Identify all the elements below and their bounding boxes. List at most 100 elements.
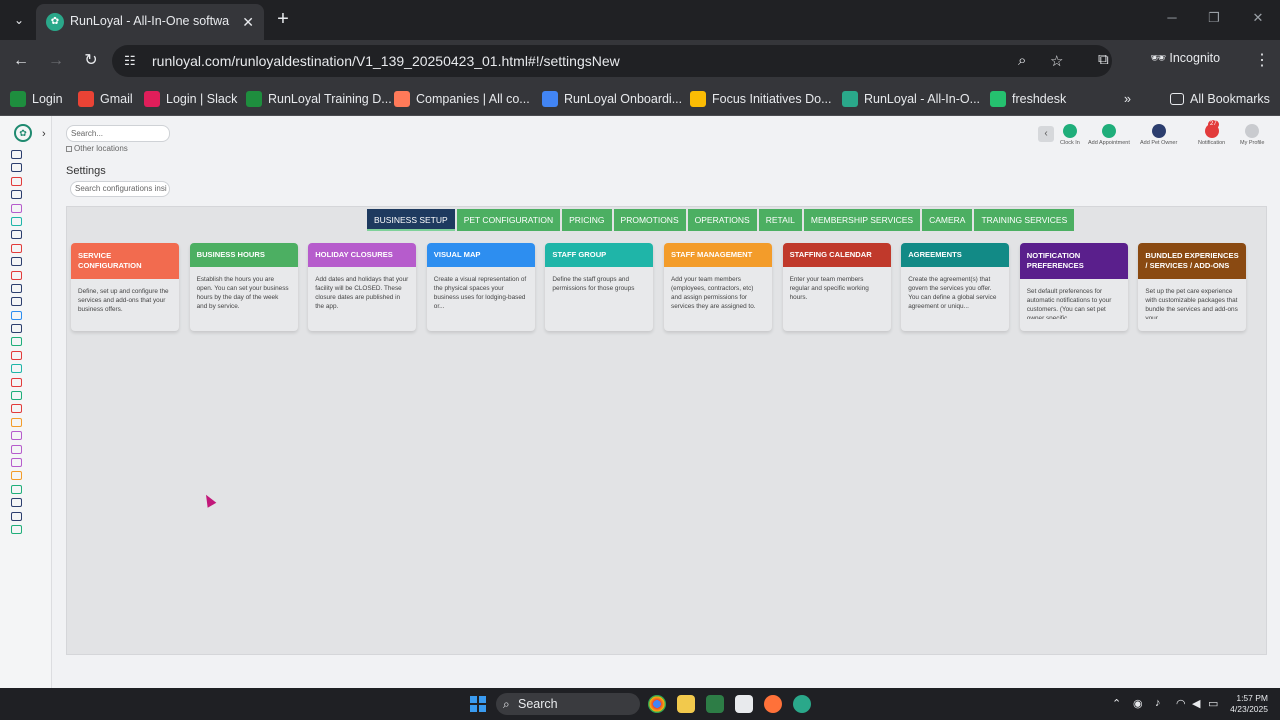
bookmark-item[interactable]: Gmail: [78, 89, 133, 109]
header-action-button[interactable]: Clock In: [1060, 124, 1080, 146]
bookmark-item[interactable]: Companies | All co...: [394, 89, 530, 109]
settings-card[interactable]: STAFF MANAGEMENT Add your team members (e…: [664, 243, 772, 331]
settings-tab[interactable]: PRICING: [562, 209, 612, 231]
taskbar-search[interactable]: ⌕ Search: [496, 693, 640, 715]
tray-overflow-icon[interactable]: ⌃: [1112, 697, 1121, 710]
rail-nav-icon[interactable]: [11, 243, 22, 253]
settings-tab[interactable]: OPERATIONS: [687, 209, 757, 231]
rail-nav-icon[interactable]: [11, 404, 22, 414]
settings-tab[interactable]: TRAINING SERVICES: [974, 209, 1075, 231]
bookmark-item[interactable]: Login | Slack: [144, 89, 237, 109]
taskbar-clock[interactable]: 1:57 PM 4/23/2025: [1226, 693, 1268, 715]
rail-nav-icon[interactable]: [11, 324, 22, 334]
rail-nav-icon[interactable]: [11, 350, 22, 360]
bookmark-item[interactable]: freshdesk: [990, 89, 1066, 109]
forward-arrow-icon[interactable]: →: [45, 50, 67, 72]
runloyal-logo-icon[interactable]: ✿: [14, 124, 32, 142]
expand-sidebar-chevron-icon[interactable]: ›: [42, 128, 46, 140]
settings-card[interactable]: BUNDLED EXPERIENCES / SERVICES / ADD-ONS…: [1138, 243, 1247, 331]
rail-nav-icon[interactable]: [11, 337, 22, 347]
rail-nav-icon[interactable]: [11, 457, 22, 467]
rail-nav-icon[interactable]: [11, 163, 22, 173]
windows-start-icon[interactable]: [470, 696, 486, 712]
reload-icon[interactable]: ↻: [80, 50, 102, 72]
rail-nav-icon[interactable]: [11, 391, 22, 401]
header-action-button[interactable]: My Profile: [1240, 124, 1264, 146]
settings-card[interactable]: STAFF GROUP Define the staff groups and p…: [545, 243, 654, 331]
calculator-icon[interactable]: [706, 695, 724, 713]
rail-nav-icon[interactable]: [11, 310, 22, 320]
rail-nav-icon[interactable]: [11, 511, 22, 521]
settings-tab[interactable]: PET CONFIGURATION: [456, 209, 561, 231]
firefox-icon[interactable]: [764, 695, 782, 713]
bookmark-item[interactable]: Focus Initiatives Do...: [690, 89, 832, 109]
maximize-icon[interactable]: ❐: [1202, 10, 1226, 26]
address-bar[interactable]: ☷ runloyal.com/runloyaldestination/V1_13…: [112, 45, 1112, 77]
settings-card[interactable]: NOTIFICATION PREFERENCES Set default pref…: [1019, 243, 1128, 331]
rail-nav-icon[interactable]: [11, 498, 22, 508]
snipping-tool-icon[interactable]: [735, 695, 753, 713]
bookmark-item[interactable]: RunLoyal Training D...: [246, 89, 392, 109]
all-bookmarks-button[interactable]: All Bookmarks: [1170, 89, 1270, 109]
header-action-button[interactable]: Add Appointment: [1088, 124, 1130, 146]
site-info-icon[interactable]: ☷: [124, 53, 136, 69]
rail-nav-icon[interactable]: [11, 417, 22, 427]
rail-nav-icon[interactable]: [11, 297, 22, 307]
settings-tab[interactable]: RETAIL: [758, 209, 802, 231]
collapse-chevron-left-icon[interactable]: ‹: [1038, 126, 1054, 142]
rail-nav-icon[interactable]: [11, 150, 22, 159]
bookmark-star-icon[interactable]: ☆: [1050, 52, 1063, 70]
tab-close-icon[interactable]: ✕: [242, 13, 254, 31]
window-close-icon[interactable]: ✕: [1246, 10, 1270, 26]
rail-nav-icon[interactable]: [11, 364, 22, 374]
bookmarks-overflow-icon[interactable]: »: [1124, 89, 1131, 109]
rail-nav-icon[interactable]: [11, 230, 22, 240]
settings-card[interactable]: BUSINESS HOURS Establish the hours you ar…: [189, 243, 298, 331]
rail-nav-icon[interactable]: [11, 471, 22, 481]
back-arrow-icon[interactable]: ←: [10, 50, 32, 72]
chrome-taskbar-icon[interactable]: [648, 695, 666, 713]
settings-card[interactable]: HOLIDAY CLOSURES Add dates and holidays t…: [308, 243, 417, 331]
settings-card[interactable]: AGREEMENTS Create the agreement(s) that g…: [901, 243, 1010, 331]
extensions-puzzle-icon[interactable]: ⧉: [1098, 51, 1109, 68]
settings-card[interactable]: VISUAL MAP Create a visual representation…: [426, 243, 535, 331]
rail-nav-icon[interactable]: [11, 377, 22, 387]
settings-tab[interactable]: BUSINESS SETUP: [367, 209, 455, 231]
header-action-button[interactable]: Add Pet Owner: [1140, 124, 1177, 146]
tab-search-chevron-icon[interactable]: ⌄: [8, 9, 30, 31]
new-tab-plus-icon[interactable]: +: [272, 8, 294, 30]
settings-tab[interactable]: PROMOTIONS: [613, 209, 686, 231]
bookmark-item[interactable]: RunLoyal Onboardi...: [542, 89, 682, 109]
rail-nav-icon[interactable]: [11, 524, 22, 534]
battery-icon[interactable]: ▭: [1208, 697, 1218, 710]
settings-tab[interactable]: CAMERA: [922, 209, 973, 231]
microphone-icon[interactable]: ♪: [1155, 697, 1161, 709]
rail-nav-icon[interactable]: [11, 190, 22, 200]
address-url[interactable]: runloyal.com/runloyaldestination/V1_139_…: [152, 53, 620, 69]
rail-nav-icon[interactable]: [11, 216, 22, 226]
configuration-search-input[interactable]: Search configurations insi: [70, 181, 170, 197]
zoom-search-icon[interactable]: ⌕: [1018, 52, 1026, 69]
rail-nav-icon[interactable]: [11, 444, 22, 454]
settings-card[interactable]: SERVICE CONFIGURATION Define, set up and …: [71, 243, 179, 331]
rail-nav-icon[interactable]: [11, 283, 22, 293]
tray-app-icon[interactable]: ◉: [1133, 697, 1143, 710]
rail-nav-icon[interactable]: [11, 176, 22, 186]
incognito-indicator[interactable]: 🕶 Incognito: [1150, 51, 1220, 66]
global-search-input[interactable]: Search...: [66, 125, 170, 142]
wifi-icon[interactable]: ◠: [1176, 697, 1186, 710]
rail-nav-icon[interactable]: [11, 484, 22, 494]
rail-nav-icon[interactable]: [11, 257, 22, 267]
other-locations-toggle[interactable]: Other locations: [66, 144, 128, 153]
rail-nav-icon[interactable]: [11, 203, 22, 213]
runloyal-taskbar-icon[interactable]: [793, 695, 811, 713]
minimize-icon[interactable]: ─: [1160, 10, 1184, 25]
file-explorer-icon[interactable]: [677, 695, 695, 713]
bookmark-item[interactable]: Login: [10, 89, 63, 109]
settings-card[interactable]: STAFFING CALENDAR Enter your team members…: [782, 243, 891, 331]
volume-icon[interactable]: ◀: [1192, 697, 1200, 710]
header-action-button[interactable]: 27 Notification: [1198, 120, 1225, 146]
other-locations-checkbox[interactable]: [66, 145, 72, 152]
rail-nav-icon[interactable]: [11, 270, 22, 280]
settings-tab[interactable]: MEMBERSHIP SERVICES: [803, 209, 921, 231]
